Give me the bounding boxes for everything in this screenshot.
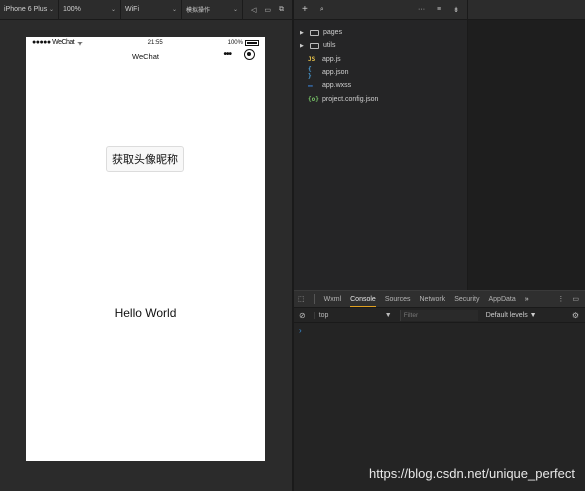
clear-console-icon[interactable]: ⊘ — [299, 311, 306, 320]
tree-item-app-js[interactable]: JS app.js — [294, 53, 467, 66]
signal-text: ●●●●● WeChat — [32, 39, 75, 46]
menu-icon[interactable]: ⋮ — [557, 295, 564, 303]
folder-icon — [310, 29, 319, 36]
add-icon[interactable]: + — [302, 4, 308, 15]
editor-tabbar — [468, 0, 585, 20]
nav-title: WeChat — [132, 51, 159, 61]
dock-icon[interactable]: ▭ — [572, 295, 579, 303]
phone-screen: ●●●●● WeChat ᯤ 21:55 100% WeChat ••• 获取头… — [26, 37, 265, 461]
tab-wxml[interactable]: Wxml — [324, 296, 342, 303]
file-tree: ▶ pages ▶ utils JS app.js { } app.json ▬… — [294, 20, 467, 106]
console-prompt[interactable]: › — [294, 323, 585, 338]
expand-arrow-icon: ▶ — [300, 42, 304, 49]
tree-item-app-wxss[interactable]: ▬▬ app.wxss — [294, 79, 467, 92]
context-select[interactable]: top ▼ — [313, 311, 392, 319]
more-icon[interactable]: ··· — [418, 6, 425, 13]
chevron-down-icon: ⌄ — [48, 7, 54, 13]
mode-label: 模拟操作 — [186, 7, 211, 14]
file-explorer: + ⌕ ··· ≡ ⇟ ▶ pages ▶ utils JS app.js { … — [294, 0, 467, 290]
chevron-down-icon: ⌄ — [171, 7, 177, 13]
tab-network[interactable]: Network — [420, 296, 446, 303]
battery-icon — [244, 39, 259, 46]
network-label: WiFi — [125, 6, 139, 13]
more-tabs-icon[interactable]: » — [525, 296, 529, 303]
json-file-icon: { } — [308, 65, 312, 80]
battery-percent: 100% — [227, 39, 243, 46]
sort-icon[interactable]: ≡ — [437, 6, 441, 13]
log-levels-select[interactable]: Default levels ▼ — [486, 312, 537, 319]
tab-sources[interactable]: Sources — [385, 296, 411, 303]
device-label: iPhone 6 Plus — [4, 6, 48, 13]
inspect-icon[interactable]: ⬚ — [298, 295, 305, 303]
tree-item-label: pages — [323, 29, 343, 37]
hello-text: Hello World — [114, 306, 177, 320]
network-select[interactable]: WiFi ⌄ — [121, 0, 182, 20]
watermark-text: https://blog.csdn.net/unique_perfect — [369, 466, 575, 481]
close-miniprogram-icon[interactable] — [244, 49, 255, 60]
chevron-down-icon: ⌄ — [110, 7, 116, 13]
devtools-tabs: ⬚ Wxml Console Sources Network Security … — [294, 291, 585, 308]
explorer-toolbar: + ⌕ ··· ≡ ⇟ — [294, 0, 467, 20]
capsule-menu: ••• — [223, 49, 255, 60]
mode-select[interactable]: 模拟操作 ⌄ — [182, 0, 243, 20]
tab-appdata[interactable]: AppData — [488, 296, 515, 303]
gear-icon[interactable]: ⚙ — [572, 311, 585, 320]
tree-item-label: project.config.json — [322, 95, 379, 103]
expand-arrow-icon: ▶ — [300, 29, 304, 36]
rotate-icon[interactable]: ▭ — [264, 6, 271, 14]
simulator-area: ●●●●● WeChat ᯤ 21:55 100% WeChat ••• 获取头… — [0, 20, 292, 491]
dropdown-arrow-icon: ▼ — [384, 311, 392, 319]
phone-status-bar: ●●●●● WeChat ᯤ 21:55 100% — [26, 37, 265, 48]
folder-icon — [310, 42, 319, 49]
volume-icon[interactable]: ◁ — [251, 6, 256, 14]
status-time: 21:55 — [147, 39, 163, 46]
zoom-label: 100% — [63, 6, 81, 13]
console-filter-bar: ⊘ top ▼ Filter Default levels ▼ ⚙ — [294, 308, 585, 323]
more-icon[interactable]: ••• — [223, 49, 231, 60]
wifi-icon: ᯤ — [77, 40, 83, 47]
tree-item-label: app.wxss — [322, 82, 352, 90]
page-content: 获取头像昵称 Hello World — [26, 64, 265, 461]
simulator-toolbar: iPhone 6 Plus ⌄ 100% ⌄ WiFi ⌄ 模拟操作 ⌄ ◁ ▭… — [0, 0, 292, 20]
tab-security[interactable]: Security — [454, 296, 479, 303]
config-file-icon: {o} — [308, 95, 319, 103]
search-icon[interactable]: ⌕ — [320, 6, 324, 14]
chevron-down-icon: ⌄ — [232, 7, 238, 13]
js-file-icon: JS — [308, 55, 316, 63]
editor-area — [467, 0, 585, 290]
detach-icon[interactable]: ⧉ — [279, 6, 284, 14]
tree-item-utils[interactable]: ▶ utils — [294, 39, 467, 52]
tree-item-label: app.json — [322, 69, 349, 77]
tree-item-label: utils — [323, 42, 336, 50]
get-profile-button[interactable]: 获取头像昵称 — [106, 146, 184, 172]
devtools-panel: ⬚ Wxml Console Sources Network Security … — [294, 290, 585, 491]
context-label: top — [318, 311, 329, 319]
phone-nav-bar: WeChat ••• — [26, 48, 265, 64]
tree-item-project-config[interactable]: {o} project.config.json — [294, 92, 467, 105]
zoom-select[interactable]: 100% ⌄ — [59, 0, 121, 20]
tree-item-label: app.js — [322, 55, 341, 63]
filter-input[interactable]: Filter — [399, 309, 478, 321]
tree-item-app-json[interactable]: { } app.json — [294, 65, 467, 80]
collapse-icon[interactable]: ⇟ — [453, 6, 459, 14]
tree-item-pages[interactable]: ▶ pages — [294, 26, 467, 39]
wxss-file-icon: ▬▬ — [308, 83, 313, 89]
tab-console[interactable]: Console — [350, 296, 376, 307]
device-select[interactable]: iPhone 6 Plus ⌄ — [0, 0, 59, 20]
